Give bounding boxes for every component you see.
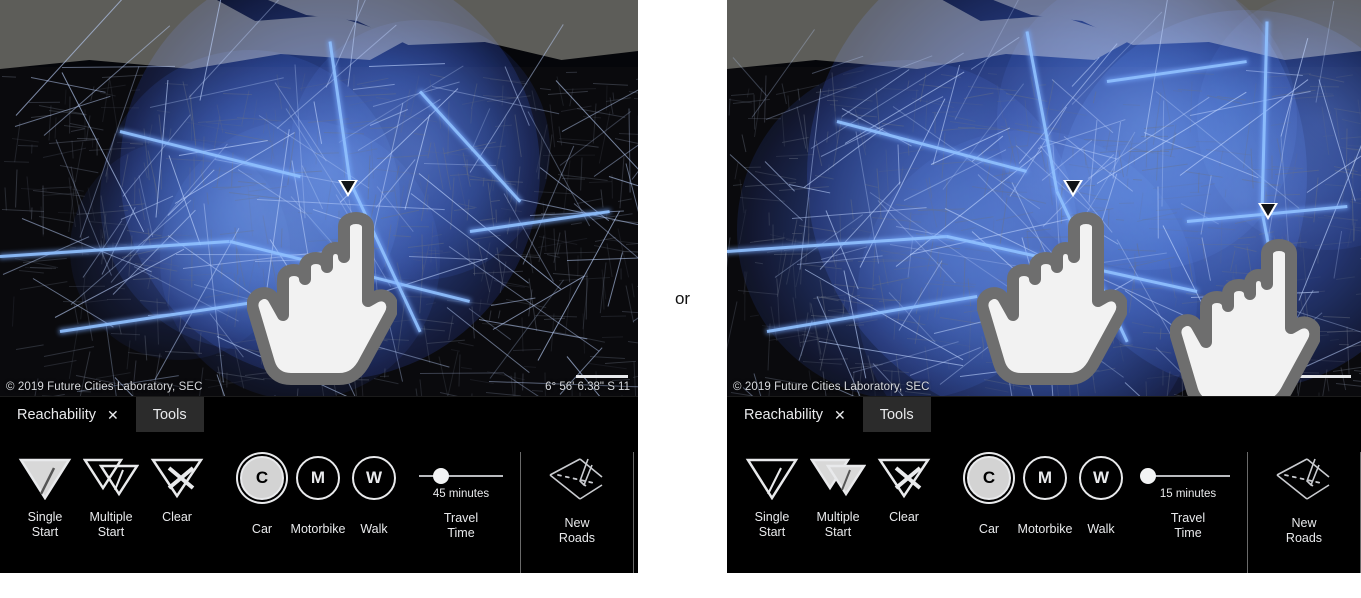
clear-button[interactable]: Clear <box>144 446 210 525</box>
travel-time-control: 15 minutes Travel Time <box>1129 446 1247 541</box>
clear-label: Clear <box>162 510 192 524</box>
travel-time-slider-knob[interactable] <box>432 468 449 484</box>
motorbike-mode-button[interactable]: M Motorbike <box>1017 446 1073 536</box>
travel-time-label: Travel Time <box>1170 511 1206 540</box>
triangle-filled-icon <box>17 446 73 508</box>
hand-cursor-1 <box>246 205 399 395</box>
start-marker-1[interactable] <box>1063 180 1083 197</box>
motorbike-mode-icon: M <box>1023 456 1067 500</box>
multiple-start-button[interactable]: Multiple Start <box>805 446 871 540</box>
tab-tools[interactable]: Tools <box>135 397 204 432</box>
start-tools-group: Single Start Multiple Start Clear <box>12 446 210 540</box>
travel-time-value: 15 minutes <box>1159 488 1217 500</box>
new-roads-button[interactable]: New Roads <box>521 446 633 546</box>
clear-label: Clear <box>889 510 919 524</box>
connector-label: or <box>674 289 691 308</box>
triangle-double-icon <box>83 446 139 508</box>
triangle-x-icon <box>149 446 205 508</box>
travel-time-slider-knob[interactable] <box>1139 468 1156 484</box>
single-start-button[interactable]: Single Start <box>739 446 805 540</box>
marker-triangle-fill <box>1260 204 1275 216</box>
marker-triangle-fill <box>340 181 355 193</box>
travel-time-label: Travel Time <box>443 511 479 540</box>
reachability-panel-multiple: © 2019 Future Cities Laboratory, SEC Rea… <box>727 0 1361 573</box>
tab-reachability-label: Reachability <box>744 406 823 423</box>
new-roads-button[interactable]: New Roads <box>1248 446 1360 546</box>
start-marker-1[interactable] <box>338 180 358 197</box>
triangle-outline-icon <box>744 446 800 508</box>
multiple-start-button[interactable]: Multiple Start <box>78 446 144 540</box>
mode-group: C Car M Motorbike W Walk <box>234 446 402 536</box>
car-mode-button[interactable]: C Car <box>234 446 290 536</box>
travel-time-control: 45 minutes Travel Time <box>402 446 520 541</box>
road-pencil-icon <box>1273 450 1335 512</box>
tab-reachability[interactable]: Reachability ✕ <box>0 397 136 432</box>
road-pencil-icon <box>546 450 608 512</box>
walk-mode-label: Walk <box>1087 522 1115 536</box>
motorbike-mode-label: Motorbike <box>1017 522 1073 536</box>
close-icon[interactable]: ✕ <box>107 408 119 422</box>
motorbike-mode-label: Motorbike <box>290 522 346 536</box>
travel-time-slider[interactable] <box>1139 468 1230 484</box>
start-marker-2[interactable] <box>1258 203 1278 220</box>
motorbike-mode-icon: M <box>296 456 340 500</box>
triangle-x-icon <box>876 446 932 508</box>
start-tools-group: Single Start Multiple Start Clear <box>739 446 937 540</box>
tab-reachability[interactable]: Reachability ✕ <box>727 397 863 432</box>
car-mode-label: Car <box>251 522 273 536</box>
tab-reachability-label: Reachability <box>17 406 96 423</box>
mode-group: C Car M Motorbike W Walk <box>961 446 1129 536</box>
walk-mode-label: Walk <box>360 522 388 536</box>
car-mode-label: Car <box>978 522 1000 536</box>
multiple-start-label: Multiple Start <box>816 510 860 539</box>
single-start-label: Single Start <box>754 510 790 539</box>
tab-bar: Reachability ✕ Tools <box>727 396 1361 432</box>
hand-cursor-1 <box>976 205 1129 395</box>
walk-mode-icon: W <box>352 456 396 500</box>
reachability-toolbar: Single Start Multiple Start Clear C Car … <box>0 432 638 573</box>
walk-mode-button[interactable]: W Walk <box>1073 446 1129 536</box>
travel-time-value: 45 minutes <box>432 488 490 500</box>
triangle-double-filled-icon <box>810 446 866 508</box>
car-mode-button[interactable]: C Car <box>961 446 1017 536</box>
single-start-label: Single Start <box>27 510 63 539</box>
toolbar-divider-right <box>633 452 634 573</box>
tab-tools-label: Tools <box>879 406 914 423</box>
tab-tools-label: Tools <box>152 406 187 423</box>
connector-or: or <box>638 0 727 598</box>
reachability-panel-single: © 2019 Future Cities Laboratory, SEC 6° … <box>0 0 638 573</box>
motorbike-mode-button[interactable]: M Motorbike <box>290 446 346 536</box>
screenshot-root: © 2019 Future Cities Laboratory, SEC 6° … <box>0 0 1361 598</box>
clear-button[interactable]: Clear <box>871 446 937 525</box>
hand-cursor-2 <box>1169 232 1322 396</box>
tab-bar: Reachability ✕ Tools <box>0 396 638 432</box>
car-mode-icon: C <box>967 456 1011 500</box>
car-mode-icon: C <box>240 456 284 500</box>
walk-mode-button[interactable]: W Walk <box>346 446 402 536</box>
tab-tools[interactable]: Tools <box>862 397 931 432</box>
walk-mode-icon: W <box>1079 456 1123 500</box>
new-roads-label: New Roads <box>1285 516 1323 545</box>
travel-time-slider[interactable] <box>419 468 503 484</box>
marker-triangle-fill <box>1065 181 1080 193</box>
map-canvas[interactable]: © 2019 Future Cities Laboratory, SEC 6° … <box>0 0 638 396</box>
reachability-toolbar: Single Start Multiple Start Clear C Car … <box>727 432 1361 573</box>
single-start-button[interactable]: Single Start <box>12 446 78 540</box>
map-canvas[interactable]: © 2019 Future Cities Laboratory, SEC <box>727 0 1361 396</box>
new-roads-label: New Roads <box>558 516 596 545</box>
close-icon[interactable]: ✕ <box>834 408 846 422</box>
multiple-start-label: Multiple Start <box>89 510 133 539</box>
